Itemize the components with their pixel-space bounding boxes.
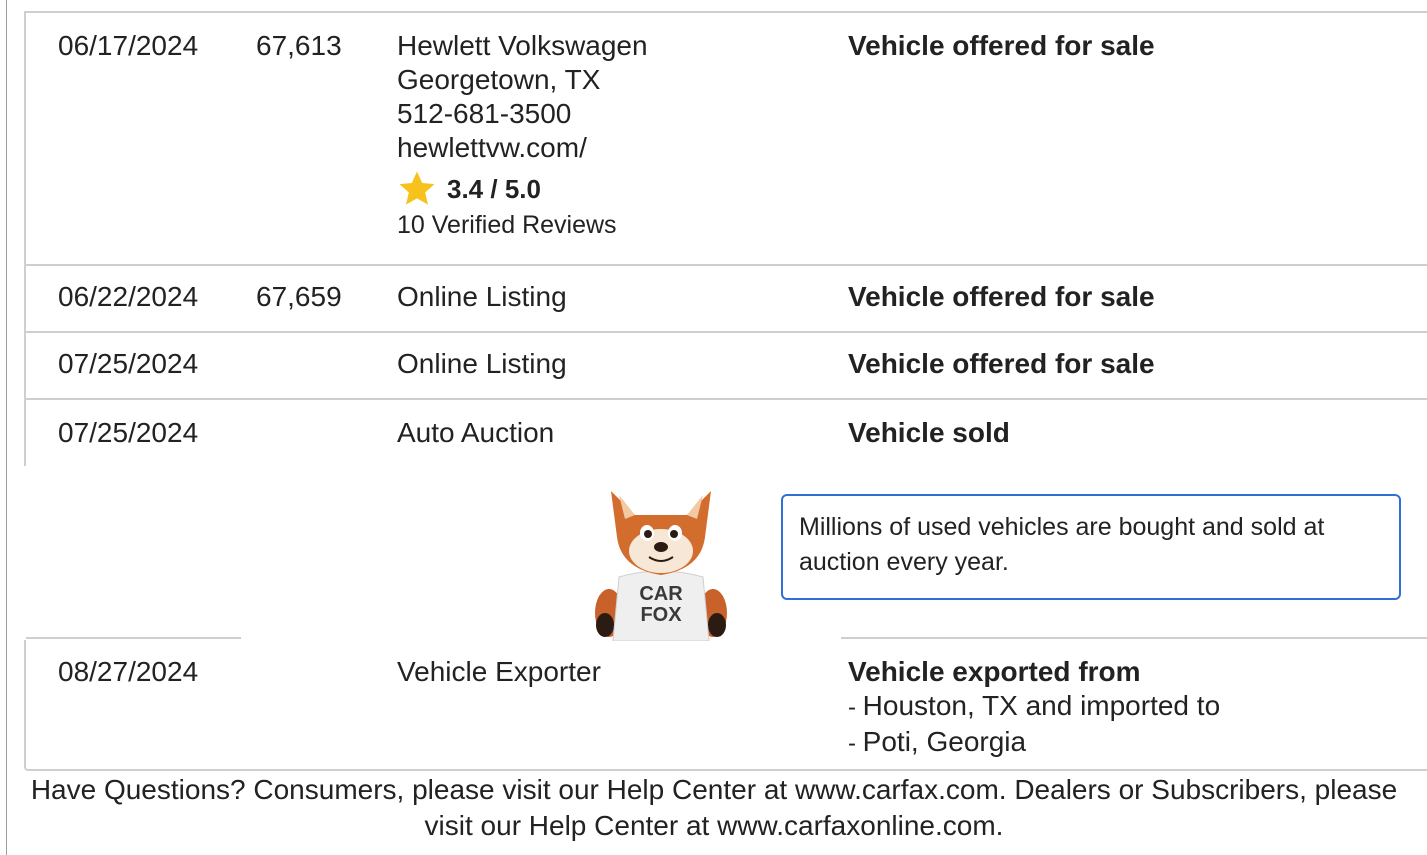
export-heading: Vehicle exported from bbox=[848, 656, 1141, 687]
record-source: Vehicle Exporter bbox=[397, 656, 601, 687]
record-comment: Vehicle exported from Houston, TX and im… bbox=[848, 655, 1220, 761]
record-date: 06/17/2024 bbox=[58, 30, 199, 61]
dealer-website-link[interactable]: hewlettvw.com/ bbox=[397, 131, 648, 165]
mascot-shirt-text: CAR bbox=[639, 583, 683, 605]
carfox-mascot-icon: CAR FOX bbox=[595, 491, 727, 641]
record-date: 06/22/2024 bbox=[58, 281, 199, 312]
record-source: Auto Auction bbox=[397, 417, 555, 448]
table-row: 08/27/2024 Vehicle Exporter Vehicle expo… bbox=[26, 639, 1427, 771]
record-source: Online Listing bbox=[397, 348, 567, 379]
export-destination: Poti, Georgia bbox=[848, 725, 1220, 761]
record-date: 07/25/2024 bbox=[58, 417, 199, 448]
export-origin: Houston, TX and imported to bbox=[848, 689, 1220, 725]
record-comment: Vehicle offered for sale bbox=[848, 281, 1155, 312]
row-separator-gap bbox=[241, 637, 841, 639]
verified-reviews-link[interactable]: 10 Verified Reviews bbox=[397, 207, 648, 243]
table-row: 06/22/2024 67,659 Online Listing Vehicle… bbox=[26, 266, 1427, 333]
record-date: 07/25/2024 bbox=[58, 348, 199, 379]
row-separator-gap bbox=[24, 466, 26, 640]
mascot-shirt-text: FOX bbox=[640, 604, 682, 626]
auction-info-callout: Millions of used vehicles are bought and… bbox=[781, 494, 1401, 600]
page-left-rule bbox=[6, 0, 7, 855]
record-source: Online Listing bbox=[397, 281, 567, 312]
record-odometer: 67,613 bbox=[256, 30, 342, 61]
table-row: 07/25/2024 Online Listing Vehicle offere… bbox=[26, 333, 1427, 400]
export-details: Houston, TX and imported to Poti, Georgi… bbox=[848, 689, 1220, 761]
record-comment: Vehicle sold bbox=[848, 417, 1010, 448]
vehicle-history-table: 06/17/2024 67,613 Hewlett Volkswagen Geo… bbox=[24, 11, 1427, 771]
dealer-rating: 3.4 / 5.0 bbox=[397, 171, 648, 207]
record-comment: Vehicle offered for sale bbox=[848, 348, 1155, 379]
record-comment: Vehicle offered for sale bbox=[848, 30, 1155, 61]
rating-value: 3.4 / 5.0 bbox=[447, 174, 541, 204]
record-odometer: 67,659 bbox=[256, 281, 342, 312]
table-row: 06/17/2024 67,613 Hewlett Volkswagen Geo… bbox=[26, 13, 1427, 266]
help-center-footer: Have Questions? Consumers, please visit … bbox=[30, 774, 1398, 841]
record-source: Hewlett Volkswagen Georgetown, TX 512-68… bbox=[397, 29, 648, 243]
star-icon bbox=[399, 171, 435, 205]
dealer-location: Georgetown, TX bbox=[397, 64, 601, 95]
record-date: 08/27/2024 bbox=[58, 656, 199, 687]
dealer-name: Hewlett Volkswagen bbox=[397, 30, 648, 61]
dealer-phone[interactable]: 512-681-3500 bbox=[397, 97, 648, 131]
